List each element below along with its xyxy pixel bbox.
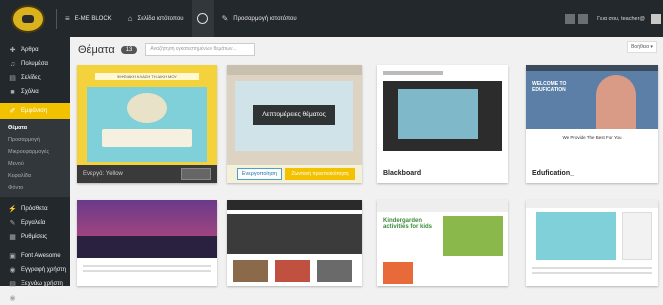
admin-bar-right: Γεια σου, teacher@ xyxy=(565,0,663,37)
admin-sidebar: ✚ Άρθρα ♫ Πολυμέσα ▤ Σελίδες ■ Σχόλια ✐ Εμφάν… xyxy=(0,37,70,302)
theme-card-5[interactable] xyxy=(77,200,217,286)
sidebar-item-user-forgot[interactable]: ▤ Ξεχνάω χρήστη xyxy=(0,277,70,291)
admin-bar: ≡ E-ME BLOCK ⌂ Σελίδα ιστότοπου ✎ Προσαρμογ… xyxy=(0,0,663,37)
home-label: Σελίδα ιστότοπου xyxy=(137,15,184,22)
sidebar-item-label: Σύνδεση χρήστη xyxy=(21,295,66,301)
theme-screenshot: Kindergarden activities for kids xyxy=(377,200,508,286)
settings-icon: ▦ xyxy=(9,234,16,241)
sidebar-item-label: Ρυθμίσεις xyxy=(21,234,48,240)
theme-card-6[interactable] xyxy=(227,200,362,286)
active-theme-bar: Ενεργό: Yellow xyxy=(77,165,217,183)
sidebar-item-label: Εγγραφή χρήστη xyxy=(21,267,67,273)
user-greeting[interactable]: Γεια σου, teacher@ xyxy=(591,16,651,22)
theme-screenshot: WELCOME TO EDUFICATION We Provide The Be… xyxy=(526,65,658,165)
theme-card-hovered[interactable]: Λεπτομέρειες θέματος Ενεργοποίηση Ζωνταν… xyxy=(227,65,362,183)
home-icon: ⌂ xyxy=(127,14,133,23)
sidebar-item-label: Font Awesome xyxy=(21,253,61,259)
submenu-item-customize[interactable]: Προσαρμογή xyxy=(0,134,70,146)
page-title: Θέματα xyxy=(78,43,115,56)
sidebar-item-label: Εμφάνιση xyxy=(21,108,48,114)
theme-screenshot: ΨΗΦΙΑΚΗ ΚΛΑΣΗ ΤΗ ΔΙΚΗ ΜΟΥ xyxy=(77,65,217,165)
submenu-item-menus[interactable]: Μενού xyxy=(0,158,70,170)
sidebar-item-label: Άρθρα xyxy=(21,47,39,53)
circle-button[interactable] xyxy=(191,0,214,37)
theme-card-8[interactable] xyxy=(526,200,658,286)
circle-icon xyxy=(197,13,209,24)
pin-icon: ✚ xyxy=(9,47,16,54)
appearance-submenu: Θέματα Προσαρμογή Μικροεφαρμογές Μενού Κ… xyxy=(0,119,70,197)
bee-logo-icon xyxy=(11,4,45,33)
submenu-item-themes[interactable]: Θέματα xyxy=(0,122,70,134)
sidebar-item-label: Σελίδες xyxy=(21,75,41,81)
theme-card-kindergarden[interactable]: Kindergarden activities for kids xyxy=(377,200,508,286)
sidebar-item-user-login[interactable]: ◉ Σύνδεση χρήστη xyxy=(0,291,70,305)
sidebar-item-label: Σχόλια xyxy=(21,89,39,95)
sidebar-item-label: Ξεχνάω χρήστη xyxy=(21,281,63,287)
theme-name: Edufication_ xyxy=(526,165,658,183)
theme-search-input[interactable]: Αναζήτηση εγκατεστημένων θεμάτων... xyxy=(145,43,256,56)
live-preview-button[interactable]: Ζωντανή προεπισκόπηση xyxy=(285,168,355,180)
sidebar-item-user-register[interactable]: ◉ Εγγραφή χρήστη xyxy=(0,263,70,277)
theme-screenshot xyxy=(377,65,508,165)
sidebar-item-settings[interactable]: ▦ Ρυθμίσεις xyxy=(0,230,70,244)
tagline: We Provide The Best For You xyxy=(562,135,622,140)
login-icon: ◉ xyxy=(9,295,16,302)
submenu-item-background[interactable]: Φόντο xyxy=(0,182,70,194)
sidebar-item-appearance[interactable]: ✐ Εμφάνιση xyxy=(0,103,70,119)
theme-count-badge: 13 xyxy=(120,45,138,54)
sidebar-item-posts[interactable]: ✚ Άρθρα xyxy=(0,43,70,57)
sidebar-item-label: Πολυμέσα xyxy=(21,61,48,67)
brush-icon: ✐ xyxy=(9,108,16,115)
key-icon: ▤ xyxy=(9,281,16,288)
site-logo[interactable] xyxy=(0,0,56,37)
square-icon[interactable] xyxy=(565,13,576,24)
site-name-link[interactable]: ≡ E-ME BLOCK xyxy=(57,0,120,37)
submenu-item-header[interactable]: Κεφαλίδα xyxy=(0,170,70,182)
theme-name: Blackboard xyxy=(377,165,508,183)
themes-page: Θέματα 13 Αναζήτηση εγκατεστημένων θεμάτ… xyxy=(70,37,663,286)
customize-button[interactable] xyxy=(181,168,211,180)
theme-card-yellow[interactable]: ΨΗΦΙΑΚΗ ΚΛΑΣΗ ΤΗ ΔΙΚΗ ΜΟΥ Ενεργό: Yellow xyxy=(77,65,217,183)
theme-actions: Ενεργοποίηση Ζωντανή προεπισκόπηση xyxy=(227,165,362,183)
sidebar-item-label: Εργαλεία xyxy=(21,220,46,226)
customize-link[interactable]: ✎ Προσαρμογή ιστοτόπου xyxy=(214,0,305,37)
book-image xyxy=(87,87,207,162)
hero-text: WELCOME TO EDUFICATION xyxy=(532,81,567,93)
user-icon: ◉ xyxy=(9,267,16,274)
sidebar-item-comments[interactable]: ■ Σχόλια xyxy=(0,85,70,99)
customize-label: Προσαρμογή ιστοτόπου xyxy=(233,15,297,22)
sidebar-item-label: Πρόσθετα xyxy=(21,206,48,212)
site-name: E-ME BLOCK xyxy=(74,15,112,22)
flag-icon: ▣ xyxy=(9,253,16,260)
avatar[interactable] xyxy=(651,13,661,24)
sidebar-item-font-awesome[interactable]: ▣ Font Awesome xyxy=(0,249,70,263)
pages-icon: ▤ xyxy=(9,75,16,82)
home-link[interactable]: ⌂ Σελίδα ιστότοπου xyxy=(120,0,192,37)
activate-button[interactable]: Ενεργοποίηση xyxy=(237,168,282,180)
comments-icon: ■ xyxy=(10,88,15,96)
help-tab-button[interactable]: Βοήθεια ▾ xyxy=(627,41,657,53)
media-icon: ♫ xyxy=(9,60,16,68)
theme-name: Ενεργό: Yellow xyxy=(83,171,123,177)
theme-card-blackboard[interactable]: Blackboard xyxy=(377,65,508,183)
pencil-icon: ✎ xyxy=(221,14,229,23)
tools-icon: ✎ xyxy=(9,220,16,227)
theme-screenshot xyxy=(526,200,658,286)
plugin-icon: ⚡ xyxy=(8,206,17,213)
sidebar-item-plugins[interactable]: ⚡ Πρόσθετα xyxy=(0,202,70,216)
sidebar-item-tools[interactable]: ✎ Εργαλεία xyxy=(0,216,70,230)
hero-text: Kindergarden activities for kids xyxy=(383,218,433,230)
theme-card-edufication[interactable]: WELCOME TO EDUFICATION We Provide The Be… xyxy=(526,65,658,183)
submenu-item-widgets[interactable]: Μικροεφαρμογές xyxy=(0,146,70,158)
theme-screenshot xyxy=(77,200,217,286)
square-icon[interactable] xyxy=(578,13,589,24)
page-header: Θέματα 13 Αναζήτηση εγκατεστημένων θεμάτ… xyxy=(78,43,256,56)
sidebar-item-media[interactable]: ♫ Πολυμέσα xyxy=(0,57,70,71)
theme-details-overlay[interactable]: Λεπτομέρειες θέματος xyxy=(253,105,335,125)
menu-icon: ≡ xyxy=(65,14,70,23)
theme-banner: ΨΗΦΙΑΚΗ ΚΛΑΣΗ ΤΗ ΔΙΚΗ ΜΟΥ xyxy=(95,73,199,80)
sidebar-item-pages[interactable]: ▤ Σελίδες xyxy=(0,71,70,85)
theme-screenshot xyxy=(227,200,362,286)
